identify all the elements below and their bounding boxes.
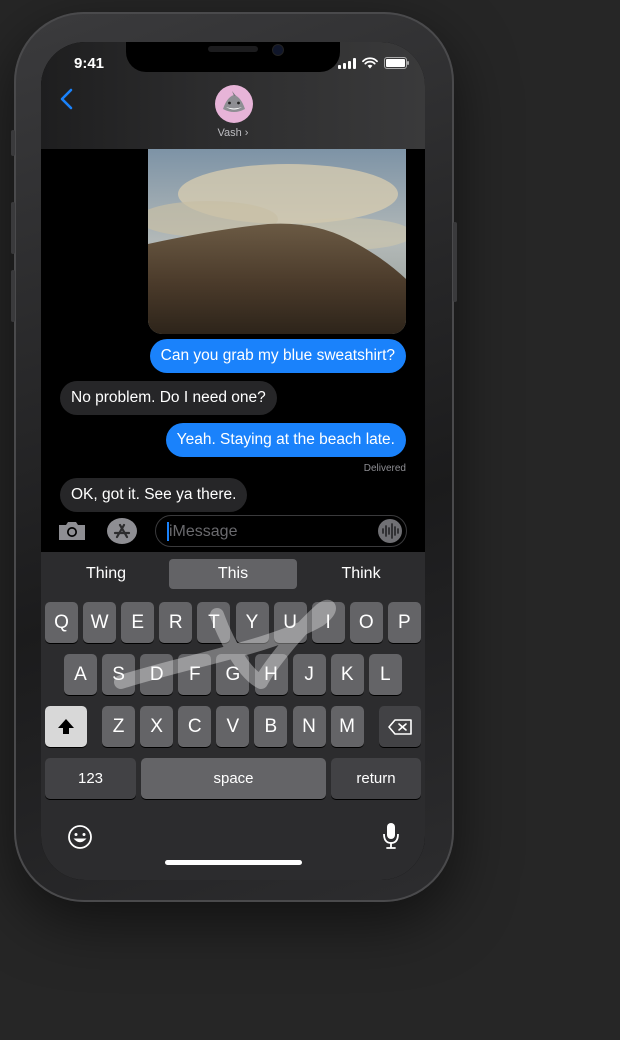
incoming-message[interactable]: OK, got it. See ya there. (60, 478, 248, 512)
volume-down-button (11, 270, 15, 322)
keyboard: Thing This Think QWERTYUIOP ASDFGHJKL ZX… (41, 552, 425, 880)
shift-key[interactable] (45, 706, 87, 747)
key-v[interactable]: V (216, 706, 250, 747)
text-cursor (167, 522, 169, 541)
back-chevron-icon[interactable] (57, 87, 77, 111)
photo-message[interactable] (148, 149, 406, 334)
key-f[interactable]: F (178, 654, 212, 695)
status-time: 9:41 (74, 55, 105, 72)
key-p[interactable]: P (387, 602, 421, 643)
key-n[interactable]: N (292, 706, 326, 747)
compose-bar (41, 512, 425, 552)
key-r[interactable]: R (159, 602, 193, 643)
waveform-icon (382, 523, 399, 539)
shift-arrow-icon (58, 719, 74, 734)
numbers-key[interactable]: 123 (45, 758, 136, 799)
key-l[interactable]: L (368, 654, 402, 695)
microphone-icon[interactable] (382, 822, 400, 850)
shark-avatar-icon (223, 91, 245, 112)
key-z[interactable]: Z (102, 706, 135, 747)
backspace-icon (388, 719, 412, 735)
key-o[interactable]: O (349, 602, 383, 643)
contact-avatar[interactable] (215, 85, 253, 123)
key-m[interactable]: M (330, 706, 364, 747)
camera-icon[interactable] (56, 519, 88, 543)
status-icons (338, 57, 409, 69)
key-x[interactable]: X (140, 706, 174, 747)
outgoing-message[interactable]: Yeah. Staying at the beach late. (165, 423, 406, 457)
mute-switch (11, 130, 15, 156)
return-key[interactable]: return (331, 758, 421, 799)
delivered-status: Delivered (363, 463, 406, 474)
volume-up-button (11, 202, 15, 254)
key-e[interactable]: E (121, 602, 155, 643)
space-key[interactable]: space (141, 758, 326, 799)
emoji-icon[interactable] (67, 824, 93, 850)
audio-message-button[interactable] (378, 519, 402, 543)
notch (126, 42, 340, 72)
cellular-signal-icon (338, 57, 356, 69)
home-indicator[interactable] (165, 860, 302, 865)
key-y[interactable]: Y (235, 602, 269, 643)
key-j[interactable]: J (292, 654, 326, 695)
suggestion-right[interactable]: Think (305, 559, 417, 589)
key-u[interactable]: U (273, 602, 307, 643)
suggestion-middle[interactable]: This (169, 559, 297, 589)
battery-icon (384, 57, 409, 69)
key-a[interactable]: A (64, 654, 97, 695)
delete-key[interactable] (379, 706, 421, 747)
predictive-bar: Thing This Think (41, 552, 425, 596)
key-b[interactable]: B (254, 706, 288, 747)
message-thread: Can you grab my blue sweatshirt? No prob… (41, 149, 425, 512)
message-input[interactable] (167, 516, 371, 548)
imessage-input-field[interactable] (155, 515, 407, 548)
suggestion-left[interactable]: Thing (51, 559, 161, 589)
contact-name[interactable]: Vash › (41, 127, 425, 139)
app-store-icon[interactable] (106, 517, 138, 545)
wifi-icon (362, 57, 378, 69)
speaker-grille (208, 46, 258, 52)
key-t[interactable]: T (197, 602, 231, 643)
phone-screen: 9:41 Vash › Can you grab my blue sweatsh… (41, 42, 425, 880)
incoming-message[interactable]: No problem. Do I need one? (60, 381, 277, 415)
key-d[interactable]: D (140, 654, 174, 695)
key-i[interactable]: I (311, 602, 345, 643)
key-s[interactable]: S (102, 654, 136, 695)
outgoing-message[interactable]: Can you grab my blue sweatshirt? (149, 339, 406, 373)
key-w[interactable]: W (83, 602, 117, 643)
key-h[interactable]: H (254, 654, 288, 695)
key-c[interactable]: C (178, 706, 212, 747)
photo-image (148, 149, 406, 334)
key-q[interactable]: Q (45, 602, 78, 643)
key-g[interactable]: G (216, 654, 250, 695)
front-camera (272, 44, 284, 56)
key-k[interactable]: K (330, 654, 364, 695)
power-button (453, 222, 457, 302)
